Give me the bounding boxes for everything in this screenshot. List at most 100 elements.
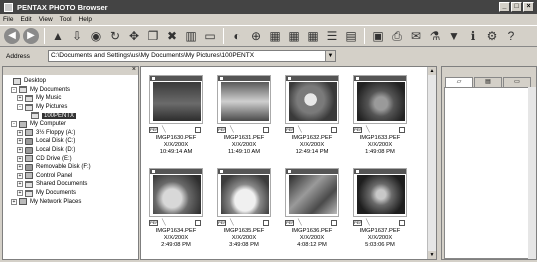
photo-thumbnail[interactable] xyxy=(149,75,203,124)
select-checkbox[interactable] xyxy=(399,127,405,133)
camera-icon[interactable]: ◉ xyxy=(88,28,104,44)
select-checkbox[interactable] xyxy=(331,127,337,133)
file-time: 3:49:08 PM xyxy=(229,242,259,248)
properties-tab-icon[interactable]: ▱ xyxy=(445,77,473,87)
collapse-icon[interactable]: - xyxy=(17,104,23,111)
rotate-icon[interactable]: ↻ xyxy=(107,28,123,44)
tree-node[interactable]: + CD Drive (E:) xyxy=(3,154,138,163)
details-icon[interactable]: ▤ xyxy=(343,28,359,44)
thumbnail-item[interactable]: PEF ╲ IMGP1632.PEF X/X/200X 12:49:14 PM xyxy=(281,71,341,158)
tree-node[interactable]: 100PENTX xyxy=(3,111,138,120)
expand-icon[interactable]: + xyxy=(17,164,23,171)
expand-icon[interactable]: + xyxy=(17,95,23,102)
select-checkbox[interactable] xyxy=(263,220,269,226)
properties-scrollbar[interactable] xyxy=(528,87,536,259)
tree-node[interactable]: + Local Disk (D:) xyxy=(3,146,138,155)
tree-node[interactable]: - My Pictures xyxy=(3,103,138,112)
tree-node[interactable]: Desktop xyxy=(3,77,138,86)
thumbnail-item[interactable]: PEF ╲ IMGP1634.PEF X/X/200X 2:49:08 PM xyxy=(145,164,205,251)
forward-icon[interactable]: ▶ xyxy=(23,28,39,44)
expand-icon[interactable]: + xyxy=(17,129,23,136)
thumbnail-item[interactable]: PEF ╲ IMGP1635.PEF X/X/200X 3:49:08 PM xyxy=(213,164,273,251)
slideshow-icon[interactable]: ▭ xyxy=(202,28,218,44)
close-button[interactable]: × xyxy=(523,2,534,12)
menu-file[interactable]: File xyxy=(3,16,13,23)
photo-thumbnail[interactable] xyxy=(353,75,407,124)
notes-tab-icon[interactable]: ▭ xyxy=(503,77,531,87)
grid-small-icon[interactable]: ▦ xyxy=(305,28,321,44)
photo-thumbnail[interactable] xyxy=(217,168,271,217)
scroll-down-icon[interactable]: ▼ xyxy=(428,251,436,259)
preview-icon[interactable]: ▣ xyxy=(370,28,386,44)
tree-node[interactable]: + My Network Places xyxy=(3,197,138,206)
minimize-button[interactable]: _ xyxy=(499,2,510,12)
select-checkbox[interactable] xyxy=(195,220,201,226)
tree-node[interactable]: + Control Panel xyxy=(3,172,138,181)
menu-view[interactable]: View xyxy=(39,16,53,23)
edit-tab-icon[interactable]: ▤ xyxy=(474,77,502,87)
print-icon[interactable]: ⎙ xyxy=(389,28,405,44)
menu-tool[interactable]: Tool xyxy=(60,16,72,23)
tree-node[interactable]: - My Documents xyxy=(3,86,138,95)
select-checkbox[interactable] xyxy=(195,127,201,133)
back-icon[interactable]: ◀ xyxy=(4,28,20,44)
photo-thumbnail[interactable] xyxy=(149,168,203,217)
select-checkbox[interactable] xyxy=(399,220,405,226)
lab-icon[interactable]: ⚗ xyxy=(427,28,443,44)
toolbar-separator xyxy=(223,28,224,44)
thumbnail-meta: PEF ╲ xyxy=(149,220,203,228)
help-icon[interactable]: ? xyxy=(503,28,519,44)
menu-edit[interactable]: Edit xyxy=(20,16,31,23)
thumbnail-item[interactable]: PEF ╲ IMGP1631.PEF X/X/200X 11:49:10 AM xyxy=(213,71,273,158)
photo-thumbnail[interactable] xyxy=(353,168,407,217)
tree-node[interactable]: + Local Disk (C:) xyxy=(3,137,138,146)
thumbnail-item[interactable]: PEF ╲ IMGP1630.PEF X/X/200X 10:49:14 AM xyxy=(145,71,205,158)
select-checkbox[interactable] xyxy=(331,220,337,226)
expand-icon[interactable]: + xyxy=(17,138,23,145)
tree-node[interactable]: +3½ Floppy (A:) xyxy=(3,129,138,138)
tree-node[interactable]: + My Documents xyxy=(3,189,138,198)
collapse-icon[interactable]: - xyxy=(11,121,17,128)
info-icon[interactable]: ℹ xyxy=(465,28,481,44)
view-options-icon[interactable]: ◐ xyxy=(229,28,245,44)
tree-node[interactable]: - My Computer xyxy=(3,120,138,129)
expand-icon[interactable]: + xyxy=(17,155,23,162)
grid-large-icon[interactable]: ▦ xyxy=(267,28,283,44)
thumbnail-item[interactable]: PEF ╲ IMGP1637.PEF X/X/200X 5:03:06 PM xyxy=(349,164,409,251)
file-time: 4:08:12 PM xyxy=(297,242,327,248)
email-icon[interactable]: ✉ xyxy=(408,28,424,44)
close-tree-icon[interactable]: × xyxy=(132,66,136,73)
zoom-icon[interactable]: ⊕ xyxy=(248,28,264,44)
expand-icon[interactable]: + xyxy=(17,147,23,154)
maximize-button[interactable]: □ xyxy=(511,2,522,12)
list-icon[interactable]: ☰ xyxy=(324,28,340,44)
save-icon[interactable]: ▼ xyxy=(446,28,462,44)
expand-icon[interactable]: + xyxy=(17,172,23,179)
photo-thumbnail[interactable] xyxy=(285,75,339,124)
trash-icon[interactable]: ▥ xyxy=(183,28,199,44)
settings-icon[interactable]: ⚙ xyxy=(484,28,500,44)
collapse-icon[interactable]: - xyxy=(11,86,17,93)
address-input[interactable]: C:\Documents and Settings\us\My Document… xyxy=(48,50,336,62)
select-checkbox[interactable] xyxy=(263,127,269,133)
expand-icon[interactable]: + xyxy=(17,190,23,197)
photo-thumbnail[interactable] xyxy=(285,168,339,217)
thumbnail-item[interactable]: PEF ╲ IMGP1633.PEF X/X/200X 1:49:08 PM xyxy=(349,71,409,158)
folder-up-icon[interactable]: ▲ xyxy=(50,28,66,44)
delete-icon[interactable]: ✖ xyxy=(164,28,180,44)
expand-icon[interactable]: + xyxy=(17,181,23,188)
copy-icon[interactable]: ❐ xyxy=(145,28,161,44)
import-icon[interactable]: ⇩ xyxy=(69,28,85,44)
expand-icon[interactable]: + xyxy=(11,198,17,205)
grid-medium-icon[interactable]: ▦ xyxy=(286,28,302,44)
thumbnail-scrollbar[interactable]: ▲ ▼ xyxy=(427,67,436,259)
move-icon[interactable]: ✥ xyxy=(126,28,142,44)
tree-node[interactable]: + My Music xyxy=(3,94,138,103)
menu-help[interactable]: Help xyxy=(79,16,92,23)
photo-thumbnail[interactable] xyxy=(217,75,271,124)
address-dropdown-icon[interactable]: ▼ xyxy=(325,51,335,61)
thumbnail-item[interactable]: PEF ╲ IMGP1636.PEF X/X/200X 4:08:12 PM xyxy=(281,164,341,251)
tree-node[interactable]: + Removable Disk (F:) xyxy=(3,163,138,172)
scroll-up-icon[interactable]: ▲ xyxy=(428,67,436,75)
tree-node[interactable]: + Shared Documents xyxy=(3,180,138,189)
